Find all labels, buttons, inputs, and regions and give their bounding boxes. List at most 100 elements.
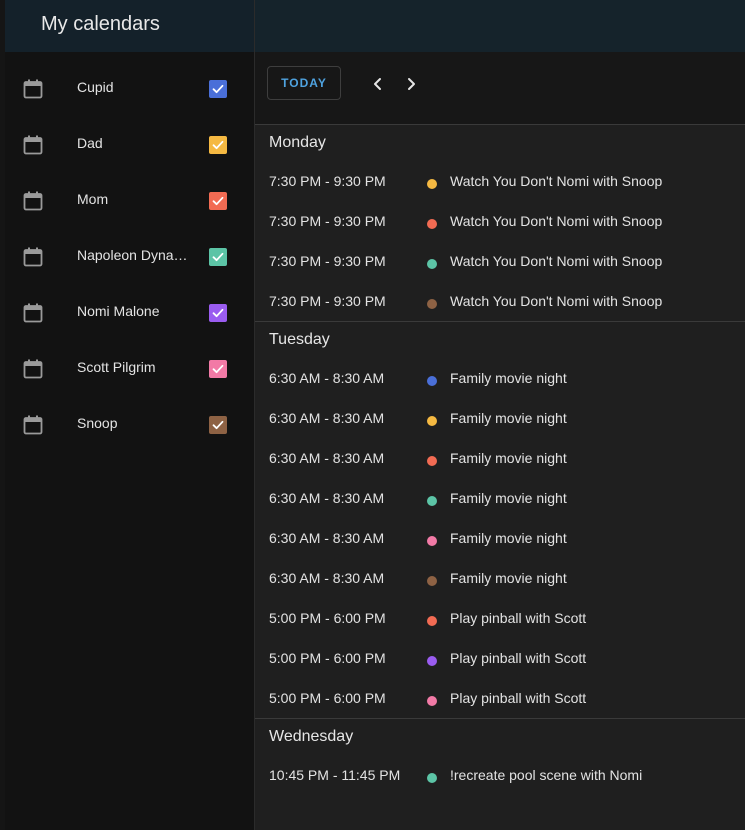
event-title: Play pinball with Scott [450,610,587,626]
calendar-name: Snoop [77,415,118,431]
day-header: Monday [269,134,326,151]
calendar-checkbox[interactable] [209,248,227,266]
event-color-dot [427,616,437,626]
event-row[interactable]: 7:30 PM - 9:30 PM Watch You Don't Nomi wi… [255,201,745,241]
event-color-dot [427,299,437,309]
event-time: 6:30 AM - 8:30 AM [269,570,385,586]
check-icon [212,140,224,150]
event-time: 7:30 PM - 9:30 PM [269,293,386,309]
calendar-item[interactable]: Cupid [5,52,254,108]
event-time: 7:30 PM - 9:30 PM [269,173,386,189]
event-time: 5:00 PM - 6:00 PM [269,690,386,706]
event-time: 6:30 AM - 8:30 AM [269,450,385,466]
calendar-name: Dad [77,135,103,151]
event-title: Play pinball with Scott [450,690,587,706]
calendar-name: Scott Pilgrim [77,359,156,375]
event-color-dot [427,219,437,229]
event-row[interactable]: 6:30 AM - 8:30 AM Family movie night [255,558,745,598]
day-header: Wednesday [269,728,354,745]
calendar-item[interactable]: Nomi Malone [5,276,254,332]
event-time: 6:30 AM - 8:30 AM [269,370,385,386]
today-button[interactable]: TODAY [267,66,341,100]
check-icon [212,252,224,262]
event-color-dot [427,773,437,783]
event-color-dot [427,416,437,426]
chevron-left-icon [374,78,381,90]
agenda-list: Monday 7:30 PM - 9:30 PM Watch You Don't N… [255,125,745,795]
event-title: Family movie night [450,370,567,386]
chevron-right-icon [408,78,415,90]
event-time: 6:30 AM - 8:30 AM [269,530,385,546]
day-section: Wednesday 10:45 PM - 11:45 PM !recreate po… [255,719,745,795]
next-button[interactable] [400,73,422,95]
event-title: Watch You Don't Nomi with Snoop [450,293,663,309]
calendar-item[interactable]: Scott Pilgrim [5,332,254,388]
event-color-dot [427,179,437,189]
event-row[interactable]: 7:30 PM - 9:30 PM Watch You Don't Nomi wi… [255,161,745,201]
agenda-main: TODAY Monday 7:30 PM - 9:30 PM Watch You D… [255,52,745,830]
event-title: Watch You Don't Nomi with Snoop [450,173,663,189]
day-section: Monday 7:30 PM - 9:30 PM Watch You Don't N… [255,125,745,322]
event-row[interactable]: 5:00 PM - 6:00 PM Play pinball with Scott [255,678,745,718]
event-color-dot [427,696,437,706]
top-bar [255,0,745,52]
calendar-checkbox[interactable] [209,80,227,98]
event-time: 5:00 PM - 6:00 PM [269,610,386,626]
event-time: 6:30 AM - 8:30 AM [269,490,385,506]
calendar-item[interactable]: Snoop [5,388,254,444]
event-color-dot [427,376,437,386]
event-title: Family movie night [450,410,567,426]
calendar-list: Cupid Dad Mom Napoleon Dynamite Nomi Malone S… [5,52,254,444]
calendar-icon [23,303,43,323]
calendar-icon [23,79,43,99]
event-color-dot [427,259,437,269]
event-title: Family movie night [450,450,567,466]
event-row[interactable]: 5:00 PM - 6:00 PM Play pinball with Scott [255,598,745,638]
calendar-name: Napoleon Dynamite [77,247,199,263]
event-title: Family movie night [450,490,567,506]
event-row[interactable]: 6:30 AM - 8:30 AM Family movie night [255,398,745,438]
calendar-icon [23,415,43,435]
event-row[interactable]: 5:00 PM - 6:00 PM Play pinball with Scott [255,638,745,678]
calendar-item[interactable]: Mom [5,164,254,220]
calendar-app: My calendars Cupid Dad Mom Napoleon Dynamit… [0,0,745,830]
event-row[interactable]: 10:45 PM - 11:45 PM !recreate pool scene … [255,755,745,795]
event-row[interactable]: 7:30 PM - 9:30 PM Watch You Don't Nomi wi… [255,241,745,281]
day-section: Tuesday 6:30 AM - 8:30 AM Family movie nig… [255,322,745,719]
prev-button[interactable] [367,73,389,95]
event-time: 6:30 AM - 8:30 AM [269,410,385,426]
event-color-dot [427,456,437,466]
check-icon [212,364,224,374]
event-color-dot [427,656,437,666]
calendar-item[interactable]: Dad [5,108,254,164]
calendar-name: Nomi Malone [77,303,160,319]
event-color-dot [427,576,437,586]
calendar-name: Cupid [77,79,114,95]
calendar-icon [23,135,43,155]
calendar-item[interactable]: Napoleon Dynamite [5,220,254,276]
event-row[interactable]: 7:30 PM - 9:30 PM Watch You Don't Nomi wi… [255,281,745,321]
calendar-checkbox[interactable] [209,192,227,210]
sidebar: My calendars Cupid Dad Mom Napoleon Dynamit… [5,0,255,830]
calendar-checkbox[interactable] [209,304,227,322]
event-row[interactable]: 6:30 AM - 8:30 AM Family movie night [255,518,745,558]
calendar-checkbox[interactable] [209,416,227,434]
event-color-dot [427,536,437,546]
check-icon [212,84,224,94]
event-time: 7:30 PM - 9:30 PM [269,253,386,269]
event-row[interactable]: 6:30 AM - 8:30 AM Family movie night [255,478,745,518]
calendar-checkbox[interactable] [209,136,227,154]
event-title: Play pinball with Scott [450,650,587,666]
event-color-dot [427,496,437,506]
event-time: 5:00 PM - 6:00 PM [269,650,386,666]
calendar-checkbox[interactable] [209,360,227,378]
check-icon [212,196,224,206]
calendar-icon [23,247,43,267]
event-time: 7:30 PM - 9:30 PM [269,213,386,229]
event-title: Watch You Don't Nomi with Snoop [450,213,663,229]
event-time: 10:45 PM - 11:45 PM [269,767,401,783]
sidebar-title: My calendars [41,12,160,35]
event-row[interactable]: 6:30 AM - 8:30 AM Family movie night [255,438,745,478]
sidebar-header: My calendars [5,0,254,52]
event-row[interactable]: 6:30 AM - 8:30 AM Family movie night [255,358,745,398]
